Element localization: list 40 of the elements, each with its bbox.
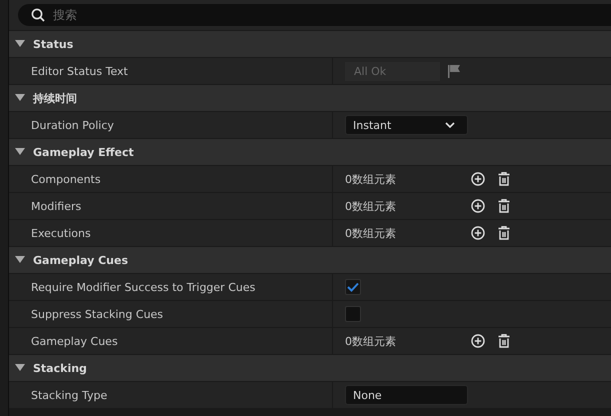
element-count: 0数组元素	[345, 226, 397, 240]
checkbox[interactable]	[345, 279, 361, 295]
collapse-arrow-icon[interactable]	[15, 364, 25, 372]
property-label: Editor Status Text	[31, 64, 128, 78]
section-header[interactable]: Stacking	[9, 355, 611, 381]
property-label: Require Modifier Success to Trigger Cues	[31, 280, 256, 294]
dropdown[interactable]: None	[345, 385, 468, 405]
property-label: Suppress Stacking Cues	[31, 308, 164, 320]
section-header[interactable]: Gameplay Cues	[9, 247, 611, 273]
add-icon[interactable]	[471, 226, 485, 240]
property-label: Duration Policy	[31, 118, 114, 132]
flag-icon	[447, 64, 461, 78]
dropdown[interactable]: Instant	[345, 115, 468, 135]
delete-icon[interactable]	[498, 199, 510, 213]
collapse-arrow-icon[interactable]	[15, 94, 25, 102]
property-label: Components	[31, 172, 101, 186]
property-label: Stacking Type	[31, 388, 108, 402]
delete-icon[interactable]	[498, 226, 510, 240]
checkbox[interactable]	[345, 306, 361, 322]
property-label: Executions	[31, 226, 91, 240]
add-icon[interactable]	[471, 172, 485, 186]
section-header[interactable]: 持续时间	[9, 85, 611, 111]
search-icon	[31, 8, 45, 22]
element-count: 0数组元素	[345, 172, 397, 186]
section-header[interactable]: Status	[9, 31, 611, 57]
section-header[interactable]: Gameplay Effect	[9, 139, 611, 165]
delete-icon[interactable]	[498, 334, 510, 348]
collapse-arrow-icon[interactable]	[15, 40, 25, 48]
collapse-arrow-icon[interactable]	[15, 148, 25, 156]
collapse-arrow-icon[interactable]	[15, 256, 25, 264]
property-label: Modifiers	[31, 200, 82, 212]
add-icon[interactable]	[471, 334, 485, 348]
element-count: 0数组元素	[345, 198, 397, 214]
search-field[interactable]: 搜索	[18, 4, 611, 26]
add-icon[interactable]	[471, 199, 485, 213]
element-count: 0数组元素	[345, 334, 397, 348]
property-label: Gameplay Cues	[31, 334, 118, 348]
chevron-down-icon	[445, 122, 455, 128]
delete-icon[interactable]	[498, 172, 510, 186]
status-field: All Ok	[345, 62, 440, 80]
